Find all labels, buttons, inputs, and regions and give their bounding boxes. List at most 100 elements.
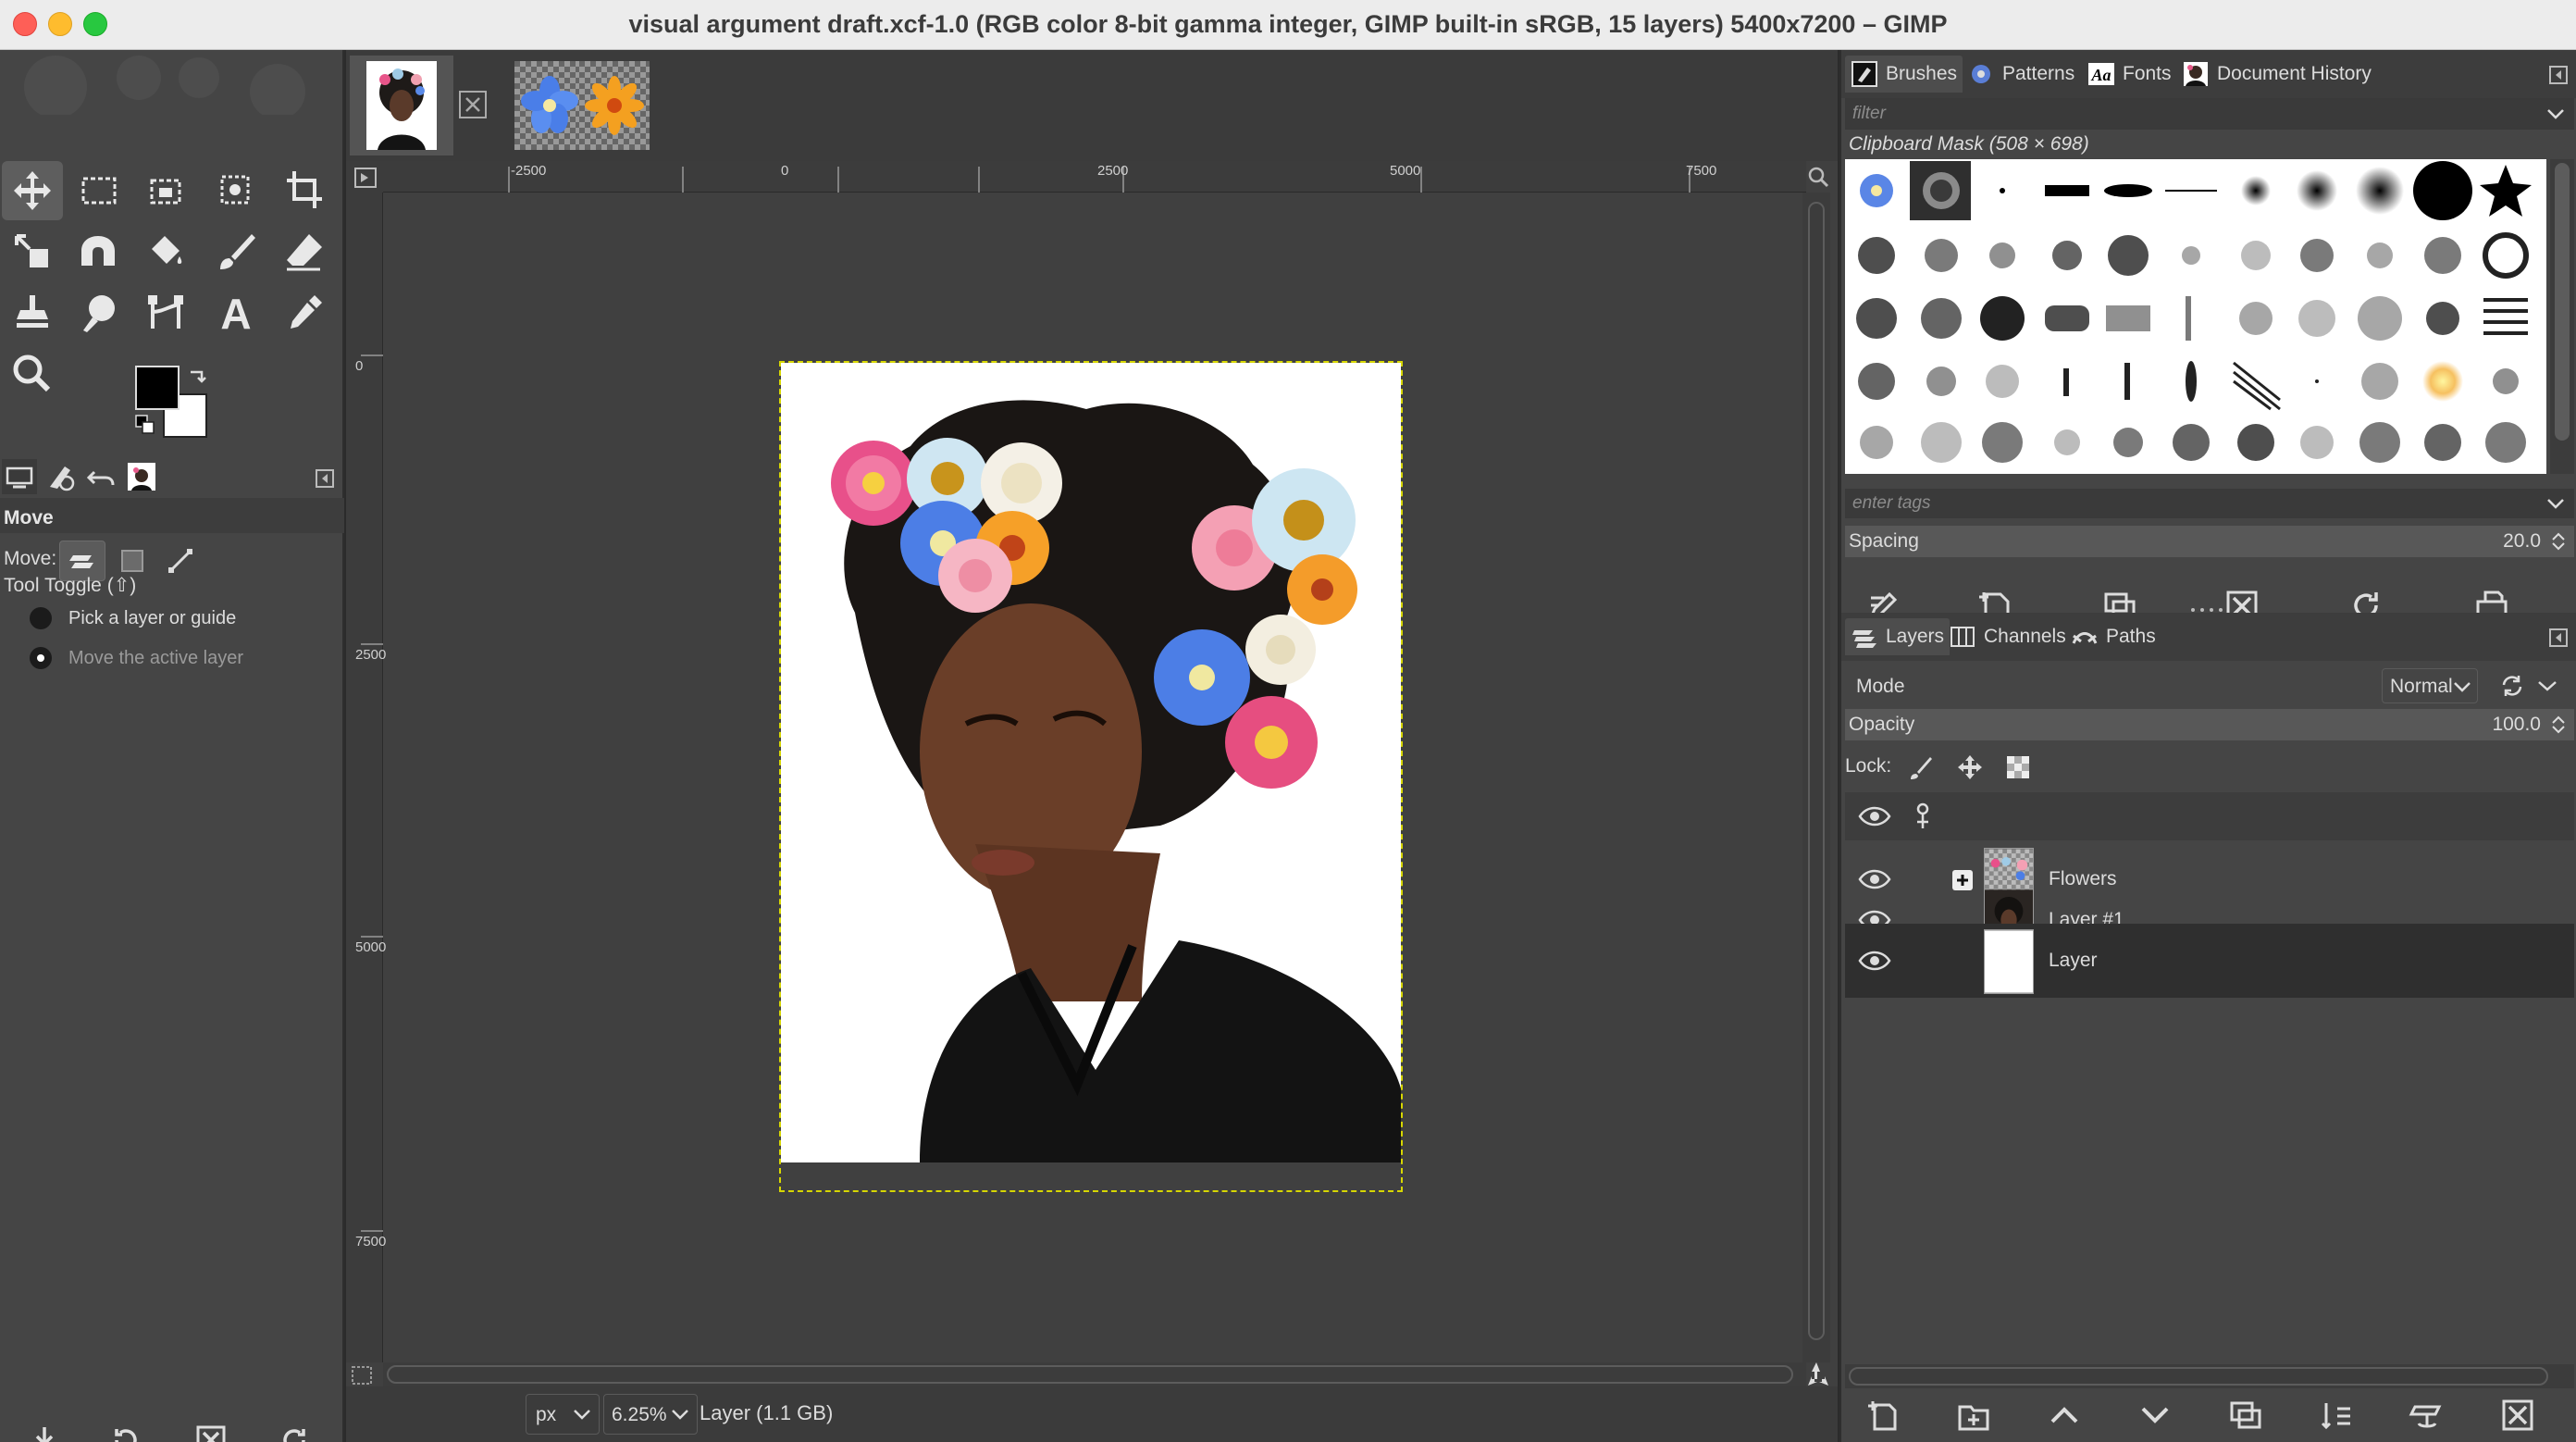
tab-channels[interactable]: Channels (1943, 618, 2072, 655)
move-tool-button[interactable] (2, 161, 63, 220)
spacing-spinner[interactable]: Spacing 20.0 (1845, 526, 2574, 557)
move-active-layer-option[interactable]: Move the active layer (30, 642, 243, 674)
chevron-down-icon (2547, 109, 2564, 119)
lock-position-icon[interactable] (1956, 753, 1984, 781)
zoom-select[interactable]: 6.25% (603, 1394, 698, 1435)
tab-paths[interactable]: Paths (2065, 618, 2161, 655)
rect-select-tool-button[interactable] (68, 161, 130, 220)
eye-icon[interactable] (1856, 946, 1893, 976)
raise-layer-icon[interactable] (2045, 1396, 2084, 1435)
image-tab-visual-argument[interactable] (350, 56, 453, 155)
panel-menu-icon[interactable] (2548, 628, 2569, 648)
smudge-tool-button[interactable] (68, 283, 130, 342)
ruler-menu-icon[interactable] (346, 161, 383, 193)
paintbrush-tool-button[interactable] (205, 222, 266, 281)
brush-grid[interactable] (1845, 159, 2546, 474)
clone-tool-button[interactable] (2, 283, 63, 342)
layer-name[interactable]: Layer (2049, 950, 2098, 972)
delete-layer-icon[interactable] (2498, 1396, 2537, 1435)
image-canvas[interactable] (779, 361, 1403, 1192)
restore-options-icon[interactable] (107, 1422, 144, 1442)
text-tool-button[interactable]: A (205, 283, 266, 342)
move-active-layer-label: Move the active layer (68, 647, 243, 668)
panel-menu-icon[interactable] (2548, 65, 2569, 85)
ruler-label: 2500 (1097, 163, 1129, 179)
chain-header-icon[interactable] (1910, 802, 1936, 831)
fuzzy-select-tool-button[interactable] (205, 161, 266, 220)
zoom-tool-button[interactable] (2, 344, 63, 404)
tab-images[interactable] (124, 459, 159, 494)
unit-select[interactable]: px (526, 1394, 600, 1435)
vertical-scrollbar[interactable] (1802, 193, 1830, 1362)
layers-scroll-thumb[interactable] (1849, 1367, 2548, 1386)
new-layer-icon[interactable] (1864, 1396, 1902, 1435)
ruler-label: 7500 (1686, 163, 1717, 179)
tab-fonts[interactable]: Aa Fonts (2082, 56, 2177, 93)
reset-colors-icon[interactable] (135, 415, 155, 435)
image-tab-yellow-flower[interactable] (563, 56, 666, 155)
brush-grid-scroll-thumb[interactable] (2555, 163, 2570, 441)
delete-options-icon[interactable] (192, 1422, 229, 1442)
move-path-mode-button[interactable] (157, 541, 204, 581)
quick-mask-icon[interactable] (350, 1364, 374, 1386)
horizontal-ruler[interactable]: -2500 0 2500 5000 7500 (383, 161, 1806, 193)
bucket-fill-tool-button[interactable] (135, 222, 196, 281)
lower-layer-icon[interactable] (2136, 1396, 2174, 1435)
brush-tags-field[interactable]: enter tags (1845, 489, 2574, 518)
spinner-arrows-icon[interactable] (2550, 531, 2567, 552)
brush-filter-field[interactable]: filter (1845, 98, 2574, 130)
switch-layer-modes-icon[interactable] (2498, 672, 2526, 700)
duplicate-layer-icon[interactable] (2226, 1396, 2265, 1435)
ruler-label: 0 (355, 358, 364, 374)
spinner-arrows-icon[interactable] (2550, 715, 2567, 735)
pick-layer-option[interactable]: Pick a layer or guide (30, 603, 236, 634)
pick-layer-radio[interactable] (30, 607, 52, 629)
merge-layer-icon[interactable] (2317, 1396, 2356, 1435)
color-picker-tool-button[interactable] (274, 283, 335, 342)
transform-tool-button[interactable] (2, 222, 63, 281)
text-tool-glyph: A (220, 290, 251, 336)
paths-icon (2072, 632, 2098, 644)
layer-mode-select[interactable]: Normal (2382, 668, 2478, 703)
lock-alpha-icon[interactable] (2004, 753, 2032, 781)
tab-patterns[interactable]: Patterns (1962, 56, 2080, 93)
panel-menu-icon[interactable] (315, 468, 335, 489)
anchor-layer-icon[interactable] (2408, 1396, 2446, 1435)
crop-tool-button[interactable] (274, 161, 335, 220)
chevron-down-icon[interactable] (2537, 679, 2557, 692)
close-image-tab-button[interactable] (459, 91, 487, 118)
tab-undo-history[interactable] (83, 459, 118, 494)
undo-history-icon (86, 470, 115, 486)
tab-tool-options[interactable] (2, 459, 37, 494)
reset-options-icon[interactable] (276, 1422, 313, 1442)
warp-tool-button[interactable] (68, 222, 130, 281)
navigate-icon[interactable] (1802, 1361, 1830, 1388)
layer-row-layer[interactable]: Layer (1845, 924, 2574, 998)
opacity-spinner[interactable]: Opacity 100.0 (1845, 709, 2574, 740)
vertical-ruler[interactable]: 0 2500 5000 7500 (346, 193, 386, 1362)
tab-device-status[interactable] (43, 459, 78, 494)
move-active-layer-radio[interactable] (30, 647, 52, 669)
tab-document-history[interactable]: Document History (2176, 56, 2377, 93)
new-layer-group-icon[interactable] (1954, 1396, 1993, 1435)
foreground-color-swatch[interactable] (135, 366, 180, 410)
lock-pixels-icon[interactable] (1908, 753, 1936, 781)
eraser-tool-button[interactable] (274, 222, 335, 281)
tab-layers[interactable]: Layers (1845, 618, 1951, 655)
swap-colors-icon[interactable] (187, 367, 209, 389)
free-select-tool-button[interactable] (135, 161, 196, 220)
patterns-icon (1972, 65, 1990, 83)
visibility-header-icon[interactable] (1856, 803, 1893, 829)
zoom-toggle-icon[interactable] (1806, 165, 1830, 189)
device-status-icon (50, 466, 75, 491)
paths-tool-button[interactable] (135, 283, 196, 342)
tab-brushes[interactable]: Brushes (1845, 56, 1963, 93)
horizontal-scrollbar[interactable] (383, 1362, 1806, 1386)
horizontal-scrollbar-thumb[interactable] (387, 1365, 1793, 1384)
save-options-icon[interactable] (26, 1422, 63, 1442)
smudge-tool-icon (83, 295, 115, 332)
vertical-scrollbar-thumb[interactable] (1808, 202, 1825, 1340)
brush-grid-scrollbar[interactable] (2550, 159, 2574, 474)
layers-horizontal-scrollbar[interactable] (1845, 1364, 2574, 1388)
canvas-area[interactable]: -2500 0 2500 5000 7500 0 2500 5000 7500 (346, 161, 1838, 1386)
